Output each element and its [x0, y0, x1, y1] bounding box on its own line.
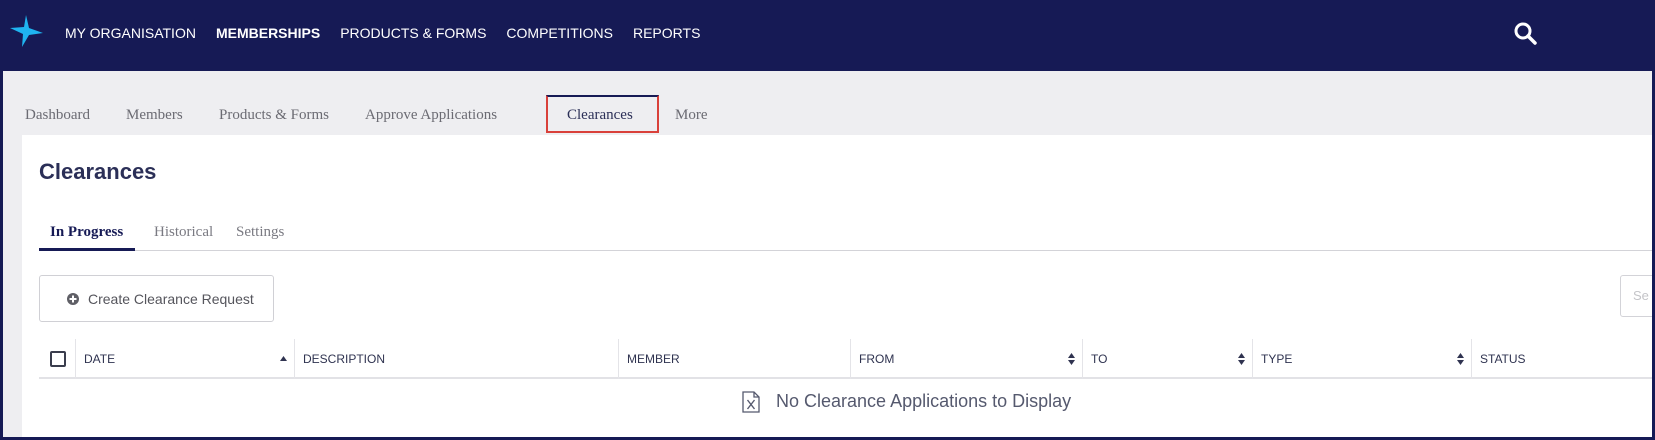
app-window: MY ORGANISATION MEMBERSHIPS PRODUCTS & F…: [0, 0, 1655, 440]
create-button-label: Create Clearance Request: [88, 290, 254, 307]
search-icon[interactable]: [1513, 21, 1537, 45]
active-tab-highlight: [546, 95, 659, 133]
table-search-input[interactable]: Se: [1620, 275, 1652, 317]
nav-competitions[interactable]: COMPETITIONS: [506, 25, 613, 41]
nav-my-organisation[interactable]: MY ORGANISATION: [65, 25, 196, 41]
subnav-products-forms[interactable]: Products & Forms: [219, 107, 329, 124]
tab-settings[interactable]: Settings: [236, 224, 284, 241]
create-clearance-request-button[interactable]: Create Clearance Request: [39, 275, 274, 322]
content-panel: Clearances In Progress Historical Settin…: [22, 135, 1652, 437]
column-status: STATUS: [1471, 339, 1652, 379]
column-member: MEMBER: [618, 339, 850, 379]
nav-products-forms[interactable]: PRODUCTS & FORMS: [340, 25, 486, 41]
star-logo-icon[interactable]: [8, 13, 44, 49]
tab-historical[interactable]: Historical: [154, 224, 213, 241]
page-title: Clearances: [39, 159, 157, 184]
column-date[interactable]: DATE: [75, 339, 294, 379]
sort-icon[interactable]: [1238, 353, 1245, 365]
subnav-members[interactable]: Members: [126, 107, 183, 124]
tab-in-progress[interactable]: In Progress: [50, 224, 123, 241]
subnav-dashboard[interactable]: Dashboard: [25, 107, 90, 124]
plus-circle-icon: [67, 292, 79, 305]
sort-icon[interactable]: [1457, 353, 1464, 365]
top-navbar: MY ORGANISATION MEMBERSHIPS PRODUCTS & F…: [3, 3, 1652, 71]
table-header: DATE DESCRIPTION MEMBER FROM TO TYPE STA…: [39, 339, 1652, 379]
sub-navbar: Dashboard Members Products & Forms Appro…: [3, 71, 1652, 135]
active-tab-underline: [39, 248, 135, 251]
empty-message: No Clearance Applications to Display: [776, 391, 1072, 411]
column-from[interactable]: FROM: [850, 339, 1082, 379]
clearance-tabs: In Progress Historical Settings: [39, 207, 1652, 251]
nav-reports[interactable]: REPORTS: [633, 25, 700, 41]
column-type[interactable]: TYPE: [1252, 339, 1471, 379]
excel-file-icon: [742, 391, 760, 413]
sort-icon[interactable]: [1068, 353, 1075, 365]
sort-asc-icon[interactable]: [280, 353, 287, 365]
subnav-more[interactable]: More: [675, 107, 708, 124]
empty-state: No Clearance Applications to Display: [39, 379, 1652, 423]
main-nav: MY ORGANISATION MEMBERSHIPS PRODUCTS & F…: [65, 3, 720, 63]
select-all-checkbox[interactable]: [50, 351, 66, 367]
column-description: DESCRIPTION: [294, 339, 618, 379]
column-to[interactable]: TO: [1082, 339, 1252, 379]
subnav-approve-applications[interactable]: Approve Applications: [365, 107, 497, 124]
nav-memberships[interactable]: MEMBERSHIPS: [216, 25, 320, 41]
